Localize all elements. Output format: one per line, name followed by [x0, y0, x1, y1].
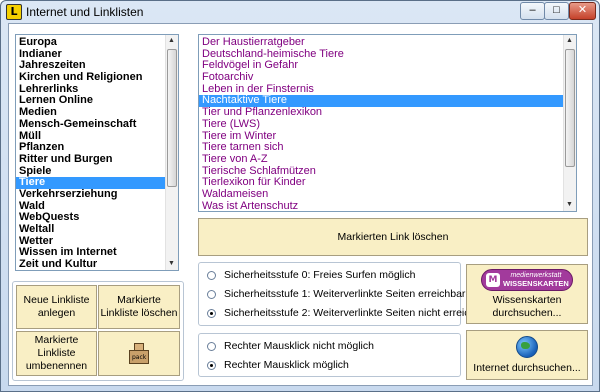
radio-button[interactable] — [207, 308, 216, 318]
category-item[interactable]: Mensch-Gemeinschaft — [16, 118, 178, 131]
link-item[interactable]: Feldvögel in Gefahr — [199, 60, 576, 72]
new-list-button[interactable]: Neue Linkliste anlegen — [16, 285, 97, 329]
search-internet-label: Internet durchsuchen... — [473, 361, 581, 374]
category-listbox[interactable]: Europa Indianer Jahreszeiten Kirchen und Re… — [15, 34, 179, 271]
list-actions-panel: Neue Linkliste anlegen Markierte Linklis… — [12, 281, 184, 381]
title-bar[interactable]: L Internet und Linklisten ‒ □ ✕ — [1, 1, 599, 23]
security-level-group: Sicherheitsstufe 0: Freies Surfen möglic… — [198, 262, 491, 326]
security-level-label: Sicherheitsstufe 1: Weiterverlinkte Seit… — [224, 288, 466, 300]
security-level-option[interactable]: Sicherheitsstufe 0: Freies Surfen möglic… — [207, 268, 415, 282]
category-item[interactable]: Verkehrserziehung — [16, 188, 178, 201]
link-item[interactable]: Was ist Artenschutz — [199, 200, 576, 211]
close-button[interactable]: ✕ — [569, 2, 596, 20]
mouse-click-label: Rechter Mausklick nicht möglich — [224, 340, 374, 352]
delete-link-button[interactable]: Markierten Link löschen — [198, 218, 588, 256]
mouse-click-label: Rechter Mausklick möglich — [224, 359, 349, 371]
rename-list-button[interactable]: Markierte Linkliste umbenennen — [16, 331, 97, 376]
mouse-click-group: Rechter Mausklick nicht möglich Rechter M… — [198, 333, 461, 377]
new-list-label: Neue Linkliste anlegen — [23, 294, 90, 319]
delete-list-button[interactable]: Markierte Linkliste löschen — [98, 285, 180, 329]
app-icon[interactable]: L — [6, 4, 22, 20]
scroll-down-arrow-icon[interactable]: ▼ — [168, 260, 175, 268]
link-listbox[interactable]: Der Haustierratgeber Deutschland-heimisch… — [198, 34, 577, 212]
rename-list-label: Markierte Linkliste umbenennen — [25, 334, 88, 372]
scroll-up-arrow-icon[interactable]: ▲ — [566, 37, 573, 45]
link-item[interactable]: Fotoarchiv — [199, 71, 576, 84]
link-list: Der Haustierratgeber Deutschland-heimisch… — [199, 35, 576, 211]
scroll-thumb[interactable] — [167, 49, 177, 187]
category-item[interactable]: Weltall — [16, 223, 178, 236]
client-area: Europa Indianer Jahreszeiten Kirchen und Re… — [8, 23, 593, 386]
mouse-click-option[interactable]: Rechter Mausklick möglich — [207, 358, 349, 372]
search-internet-button[interactable]: Internet durchsuchen... — [466, 330, 588, 380]
logo-bottom-text: WISSENSKARTEN — [503, 278, 569, 288]
mouse-click-option[interactable]: Rechter Mausklick nicht möglich — [207, 339, 374, 353]
pack-button[interactable]: pack — [98, 331, 180, 376]
delete-list-label: Markierte Linkliste löschen — [100, 294, 178, 319]
security-level-option[interactable]: Sicherheitsstufe 2: Weiterverlinkte Seit… — [207, 306, 491, 320]
wissenskarten-logo: M medienwerkstatt WISSENSKARTEN — [481, 268, 573, 291]
radio-button[interactable] — [207, 270, 216, 280]
security-level-option[interactable]: Sicherheitsstufe 1: Weiterverlinkte Seit… — [207, 287, 465, 301]
pack-icon: pack — [126, 342, 152, 366]
link-scrollbar[interactable]: ▲ ▼ — [563, 35, 576, 211]
maximize-button[interactable]: □ — [544, 2, 569, 20]
medienwerkstatt-icon: M — [486, 272, 500, 287]
radio-button[interactable] — [207, 341, 216, 351]
window-title: Internet und Linklisten — [26, 5, 144, 19]
category-item[interactable]: Kirchen und Religionen — [16, 71, 178, 84]
scroll-up-arrow-icon[interactable]: ▲ — [168, 37, 175, 45]
minimize-button[interactable]: ‒ — [520, 2, 545, 20]
search-wissenskarten-label: Wissenskarten durchsuchen... — [492, 293, 562, 319]
category-scrollbar[interactable]: ▲ ▼ — [165, 35, 178, 270]
security-level-label: Sicherheitsstufe 2: Weiterverlinkte Seit… — [224, 307, 491, 319]
app-window: L Internet und Linklisten ‒ □ ✕ Europa In… — [0, 0, 600, 392]
radio-button[interactable] — [207, 289, 216, 299]
globe-icon — [516, 335, 538, 358]
radio-button[interactable] — [207, 360, 216, 370]
scroll-down-arrow-icon[interactable]: ▼ — [566, 201, 573, 209]
pack-label: pack — [132, 353, 147, 361]
scroll-thumb[interactable] — [565, 49, 575, 167]
link-item[interactable]: Tiere von A-Z — [199, 153, 576, 166]
category-item[interactable]: Ritter und Burgen — [16, 153, 178, 166]
delete-link-label: Markierten Link löschen — [337, 230, 449, 243]
link-item[interactable]: Waldameisen — [199, 188, 576, 201]
category-list: Europa Indianer Jahreszeiten Kirchen und Re… — [16, 35, 178, 270]
link-item[interactable]: Tiere (LWS) — [199, 118, 576, 131]
link-item[interactable]: Der Haustierratgeber — [199, 36, 576, 49]
search-wissenskarten-button[interactable]: M medienwerkstatt WISSENSKARTEN Wissensk… — [466, 264, 588, 324]
category-item[interactable]: Zeit und Kultur — [16, 258, 178, 270]
security-level-label: Sicherheitsstufe 0: Freies Surfen möglic… — [224, 269, 416, 281]
category-item[interactable]: Europa — [16, 36, 178, 49]
